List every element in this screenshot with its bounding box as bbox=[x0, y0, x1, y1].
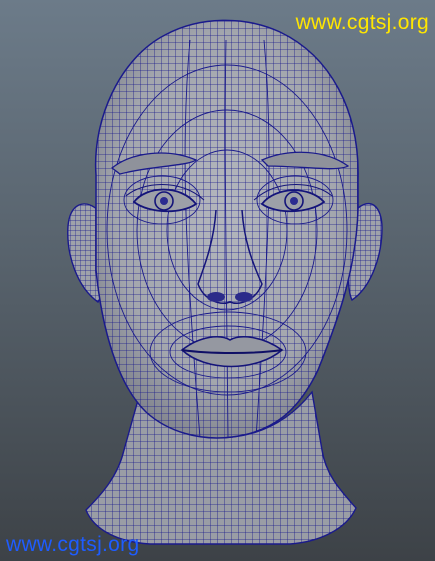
head-mesh-model bbox=[67, 19, 383, 545]
head-mesh bbox=[94, 19, 359, 439]
watermark-top: www.cgtsj.org bbox=[295, 11, 429, 34]
3d-viewport[interactable]: www.cgtsj.org www.cgtsj.org bbox=[0, 0, 435, 561]
watermark-bottom: www.cgtsj.org bbox=[6, 533, 140, 556]
